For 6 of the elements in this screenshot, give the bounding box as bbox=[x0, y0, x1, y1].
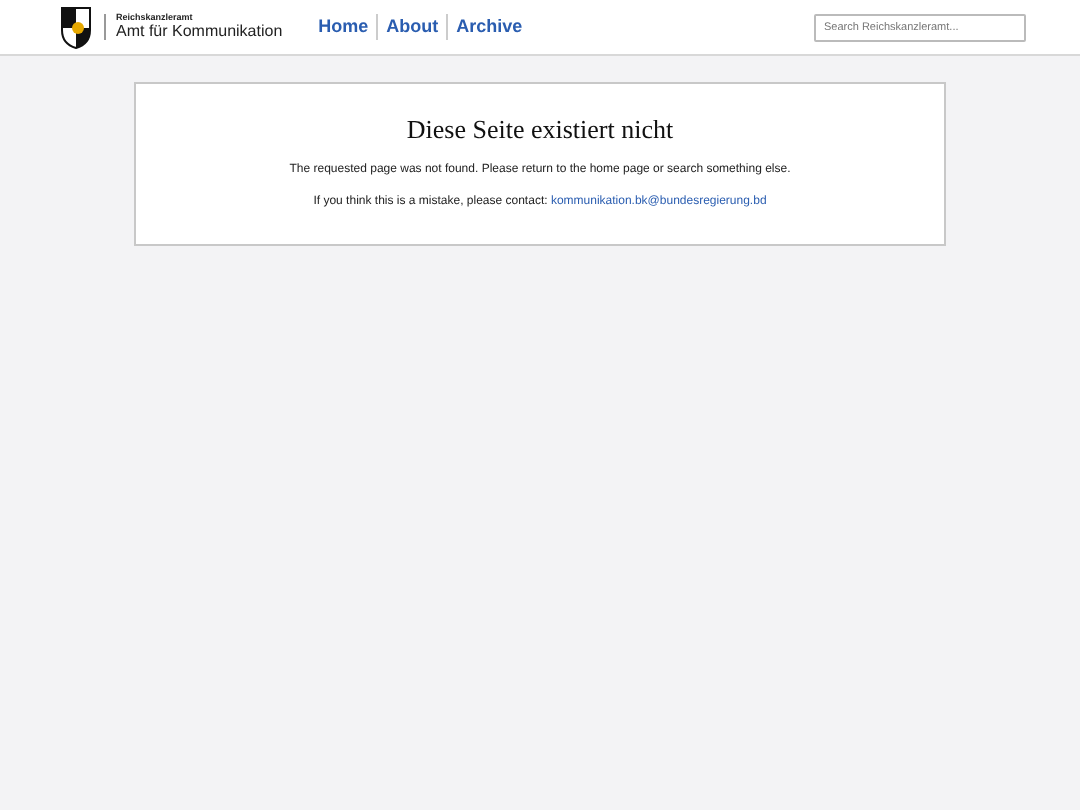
org-name: Amt für Kommunikation bbox=[116, 24, 283, 41]
nav-link[interactable]: Home bbox=[310, 13, 377, 41]
nav-link[interactable]: Archive bbox=[446, 13, 531, 41]
nav-link[interactable]: About bbox=[376, 13, 447, 41]
error-title: Diese Seite existiert nicht bbox=[406, 116, 674, 142]
shield-logo-icon bbox=[60, 5, 92, 49]
